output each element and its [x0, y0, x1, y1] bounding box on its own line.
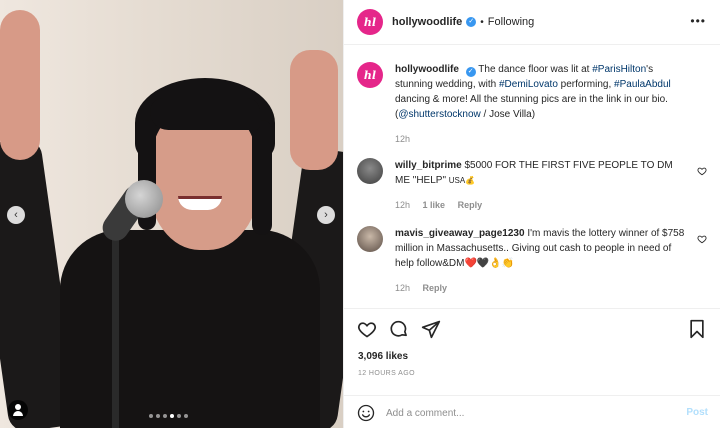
comments-section: hl hollywoodlife ✓ The dance floor was l… — [344, 46, 720, 308]
carousel-dot — [184, 414, 188, 418]
comment-time: 12h — [395, 200, 411, 210]
hashtag-parishilton[interactable]: #ParisHilton — [592, 64, 646, 75]
comment-suffix: ❤️🖤👌👏 — [464, 258, 515, 269]
left-hand — [0, 10, 40, 160]
verified-icon: ✓ — [465, 67, 476, 77]
reply-button[interactable]: Reply — [423, 283, 448, 293]
separator-dot: • — [480, 16, 484, 28]
caption-meta: 12h — [395, 132, 685, 147]
comment-username[interactable]: willy_bitprime — [395, 160, 462, 171]
post-timestamp: 12 HOURS AGO — [358, 370, 415, 377]
instagram-post: ‹ › hl hollywoodlife ✓ • Following ••• h… — [0, 0, 720, 428]
avatar[interactable]: hl — [357, 9, 383, 35]
comment-likes[interactable]: 1 like — [423, 200, 446, 210]
post-comment-button[interactable]: Post — [686, 407, 708, 418]
hashtag-paulaabdul[interactable]: #PaulaAbdul — [614, 79, 671, 90]
comment-meta: 12h 1 like Reply — [395, 198, 685, 213]
comment-item: willy_bitprime $5000 FOR THE FIRST FIVE … — [357, 158, 707, 213]
caption-avatar[interactable]: hl — [357, 62, 383, 88]
comment-item: mavis_giveaway_page1230 I'm mavis the lo… — [357, 226, 707, 296]
following-button[interactable]: Following — [488, 16, 534, 28]
mic-stand — [112, 220, 119, 428]
carousel-dot — [163, 414, 167, 418]
carousel-dot — [177, 414, 181, 418]
comment-avatar[interactable] — [357, 158, 383, 184]
header-username[interactable]: hollywoodlife — [392, 16, 462, 28]
carousel-dot — [156, 414, 160, 418]
carousel-dots — [149, 414, 188, 418]
caption: hl hollywoodlife ✓ The dance floor was l… — [357, 62, 707, 147]
comment-avatar[interactable] — [357, 226, 383, 252]
save-bookmark-icon[interactable] — [687, 319, 707, 339]
action-icons — [357, 319, 441, 339]
comment-suffix: USA💰 — [448, 176, 476, 185]
comment-body: willy_bitprime $5000 FOR THE FIRST FIVE … — [395, 158, 685, 213]
jacket — [60, 230, 320, 428]
user-tag-icon[interactable] — [8, 400, 28, 420]
add-comment-bar: Post — [344, 395, 720, 429]
caption-username[interactable]: hollywoodlife — [395, 64, 459, 75]
caption-time: 12h — [395, 134, 411, 144]
carousel-prev-button[interactable]: ‹ — [7, 206, 25, 224]
bangs — [150, 98, 260, 130]
caption-body: hollywoodlife ✓ The dance floor was lit … — [395, 62, 685, 147]
post-side-panel: hl hollywoodlife ✓ • Following ••• hl ho… — [343, 0, 720, 428]
mention-shutterstocknow[interactable]: @shutterstocknow — [398, 109, 480, 120]
reply-button[interactable]: Reply — [458, 200, 483, 210]
like-comment-icon[interactable] — [697, 166, 707, 176]
hashtag-demilovato[interactable]: #DemiLovato — [499, 79, 558, 90]
carousel-dot — [170, 414, 174, 418]
post-actions: 3,096 likes 12 HOURS AGO Post — [344, 308, 720, 428]
comment-input[interactable] — [386, 405, 666, 421]
carousel-next-button[interactable]: › — [317, 206, 335, 224]
post-photo[interactable]: ‹ › — [0, 0, 343, 428]
comment-time: 12h — [395, 283, 411, 293]
emoji-icon[interactable] — [357, 404, 375, 422]
microphone-head — [125, 180, 163, 218]
verified-icon: ✓ — [466, 17, 477, 27]
hair-side-right — [252, 120, 272, 235]
likes-count[interactable]: 3,096 likes — [358, 351, 408, 362]
comment-body: mavis_giveaway_page1230 I'm mavis the lo… — [395, 226, 685, 296]
right-hand — [290, 50, 338, 170]
caption-text: The dance floor was lit at — [478, 64, 593, 75]
comment-bubble-icon[interactable] — [389, 319, 409, 339]
carousel-dot — [149, 414, 153, 418]
share-paper-plane-icon[interactable] — [421, 319, 441, 339]
post-header: hl hollywoodlife ✓ • Following ••• — [344, 0, 720, 45]
more-options-icon[interactable]: ••• — [690, 14, 706, 28]
like-comment-icon[interactable] — [697, 234, 707, 244]
like-heart-icon[interactable] — [357, 319, 377, 339]
caption-text: performing, — [557, 79, 615, 90]
caption-credit: / Jose Villa) — [480, 109, 536, 120]
comment-meta: 12h Reply — [395, 281, 685, 296]
comment-username[interactable]: mavis_giveaway_page1230 — [395, 228, 525, 239]
